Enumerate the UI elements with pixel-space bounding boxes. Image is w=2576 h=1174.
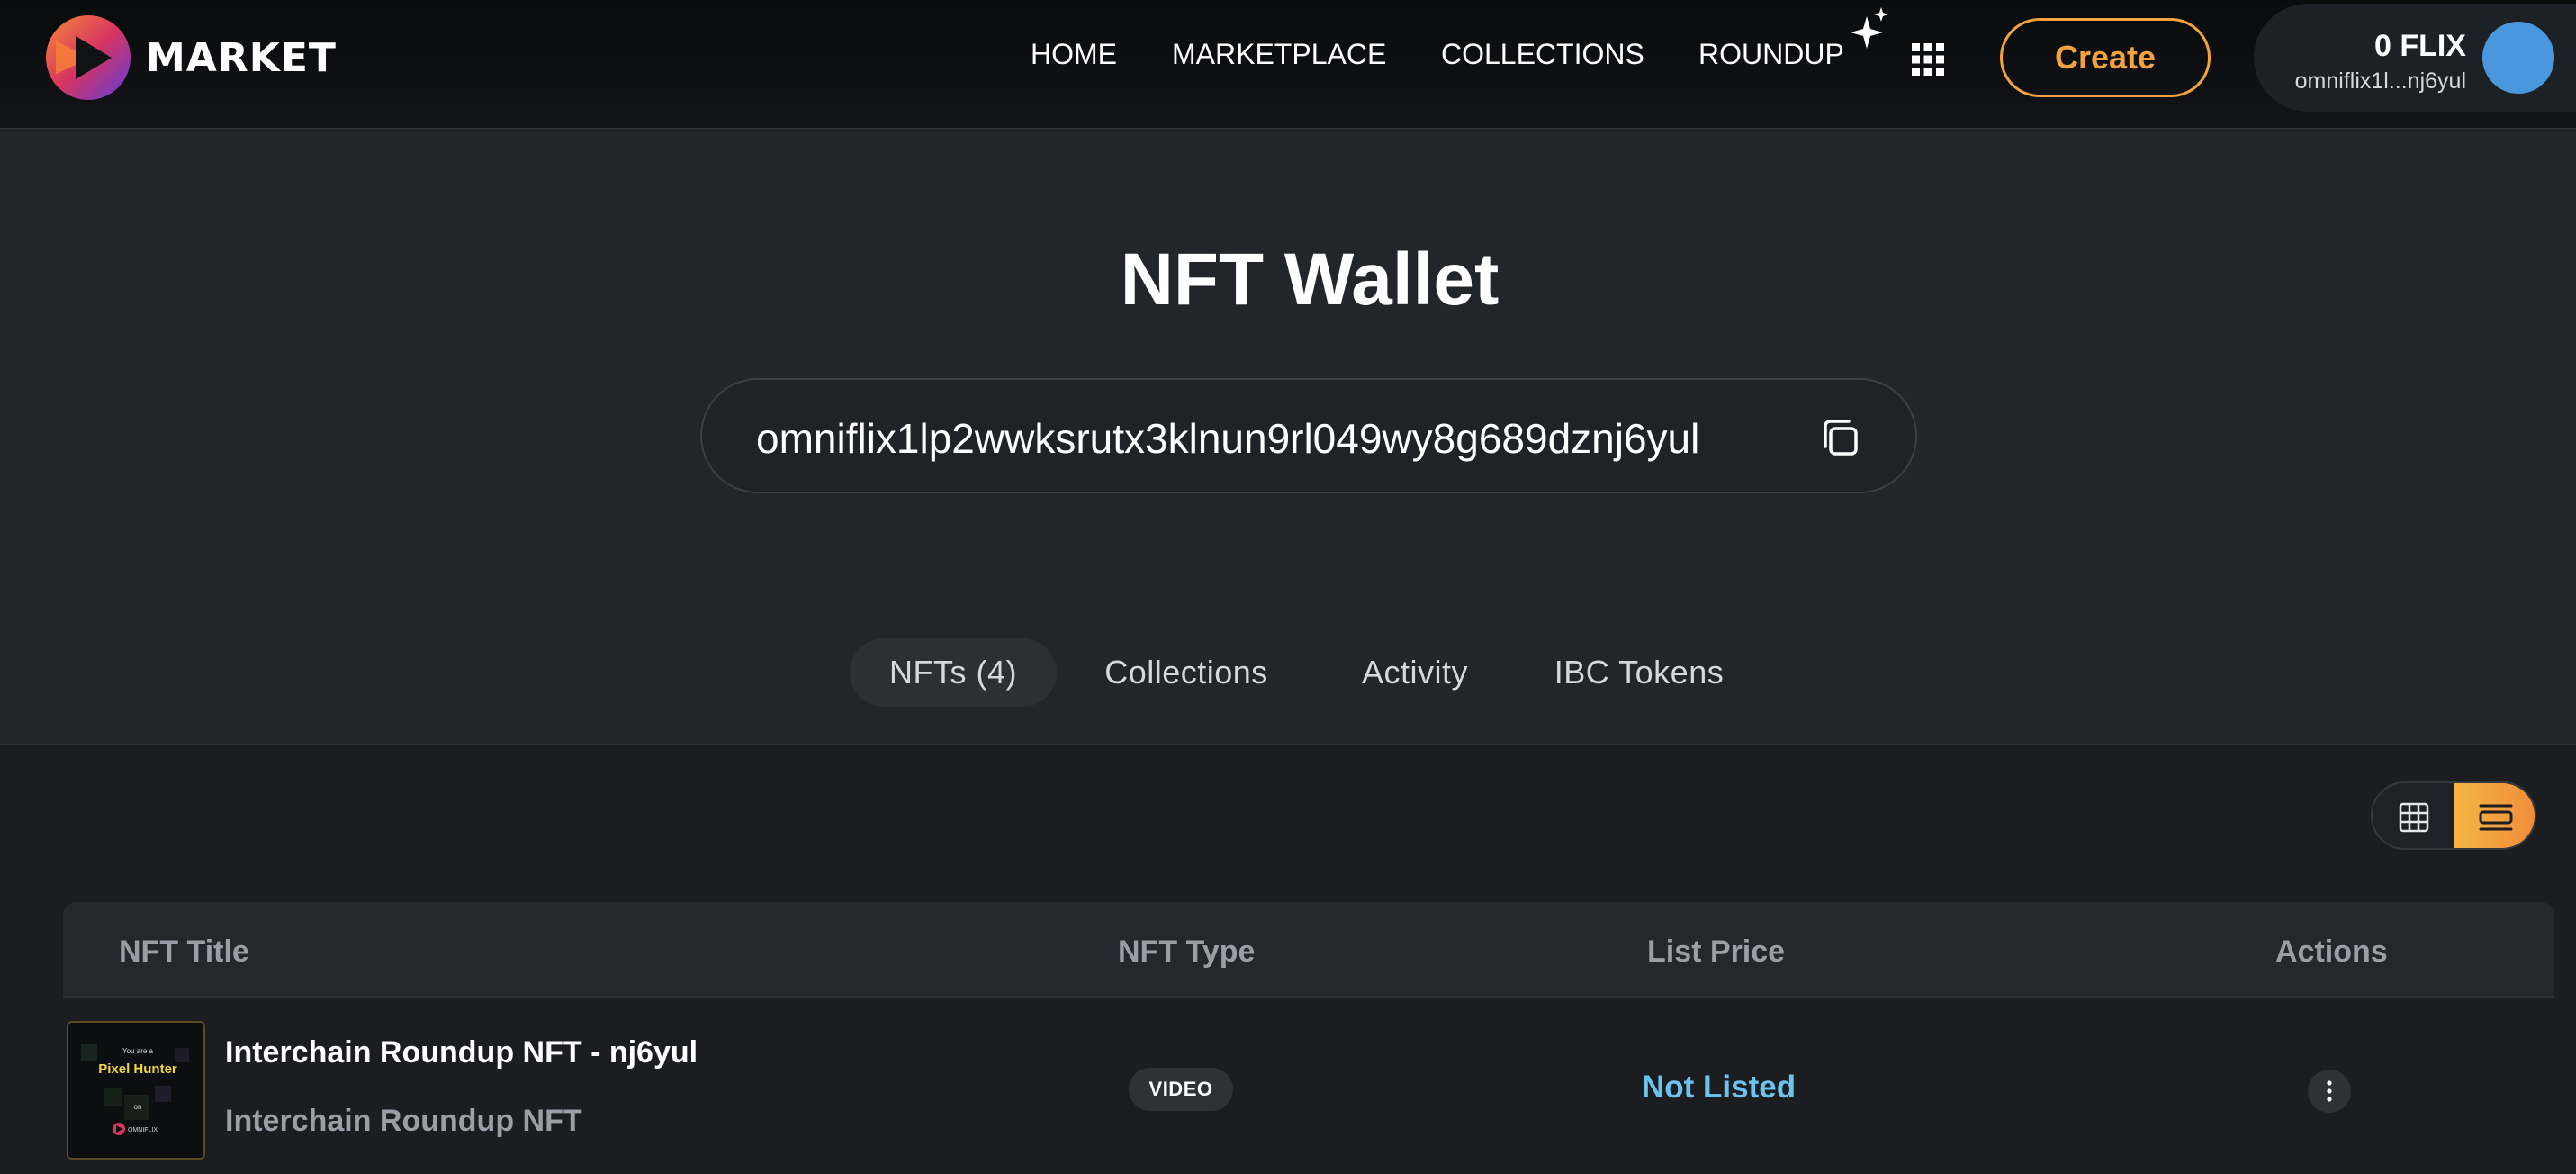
wallet-address-short: omniflix1l...nj6yul (2294, 68, 2466, 94)
brand-name: MARKET (146, 34, 337, 81)
grid-view-icon (2399, 802, 2429, 833)
thumb-text-line2: Pixel Hunter (98, 1061, 177, 1077)
page-title: NFT Wallet (1120, 239, 1500, 321)
column-header-actions: Actions (2275, 935, 2388, 969)
thumb-text-line1: You are a (122, 1047, 154, 1055)
list-view-button[interactable] (2454, 783, 2535, 848)
sparkle-icon (1851, 7, 1888, 49)
apps-grid-icon[interactable] (1910, 41, 1946, 77)
avatar[interactable] (2482, 22, 2554, 94)
wallet-address: omniflix1lp2wwksrutx3klnun9rl049wy8g689d… (756, 415, 1700, 462)
nav-home[interactable]: HOME (1031, 38, 1117, 71)
list-view-icon (2479, 804, 2513, 831)
nft-collection-name[interactable]: Interchain Roundup NFT (225, 1104, 582, 1139)
nft-thumbnail-image: You are a Pixel Hunter on OMNIFLIX (68, 1023, 203, 1158)
nav-marketplace[interactable]: MARKETPLACE (1172, 38, 1386, 71)
wallet-address-box: omniflix1lp2wwksrutx3klnun9rl049wy8g689d… (700, 378, 1917, 493)
table-row[interactable]: You are a Pixel Hunter on OMNIFLIX Inter… (63, 999, 2554, 1174)
more-vertical-icon (2327, 1080, 2332, 1102)
nav-collections[interactable]: COLLECTIONS (1441, 38, 1644, 71)
grid-view-button[interactable] (2373, 783, 2455, 848)
create-button[interactable]: Create (2000, 18, 2211, 97)
copy-icon[interactable] (1818, 416, 1861, 459)
nav-roundup[interactable]: ROUNDUP (1698, 38, 1844, 71)
play-logo-icon (46, 15, 131, 100)
thumb-text-line3: on (134, 1103, 142, 1111)
nft-thumbnail[interactable]: You are a Pixel Hunter on OMNIFLIX (67, 1021, 205, 1160)
list-price-status: Not Listed (1642, 1070, 1797, 1105)
nft-title[interactable]: Interchain Roundup NFT - nj6yul (225, 1035, 698, 1070)
wallet-balance: 0 FLIX (2373, 29, 2466, 63)
nft-table: NFT Title NFT Type List Price Actions Yo… (63, 902, 2554, 1174)
wallet-hero: NFT Wallet omniflix1lp2wwksrutx3klnun9rl… (0, 131, 2576, 745)
wallet-tabs: NFTs (4) Collections Activity IBC Tokens (0, 638, 2576, 709)
view-toggle (2371, 781, 2536, 850)
tab-activity[interactable]: Activity (1338, 638, 1492, 707)
nft-type-badge: VIDEO (1129, 1068, 1233, 1111)
table-header: NFT Title NFT Type List Price Actions (63, 902, 2554, 998)
top-navigation-bar: MARKET HOME MARKETPLACE COLLECTIONS ROUN… (0, 0, 2576, 130)
tab-nfts[interactable]: NFTs (4) (850, 638, 1057, 707)
tab-collections[interactable]: Collections (1078, 638, 1294, 707)
column-header-list-price: List Price (1647, 935, 1786, 969)
tab-ibc-tokens[interactable]: IBC Tokens (1534, 638, 1744, 707)
thumb-brand: OMNIFLIX (128, 1127, 158, 1133)
column-header-nft-type: NFT Type (1118, 935, 1256, 969)
row-actions-button[interactable] (2308, 1070, 2351, 1113)
brand-logo-link[interactable]: MARKET (45, 14, 337, 101)
column-header-nft-title: NFT Title (119, 935, 249, 969)
